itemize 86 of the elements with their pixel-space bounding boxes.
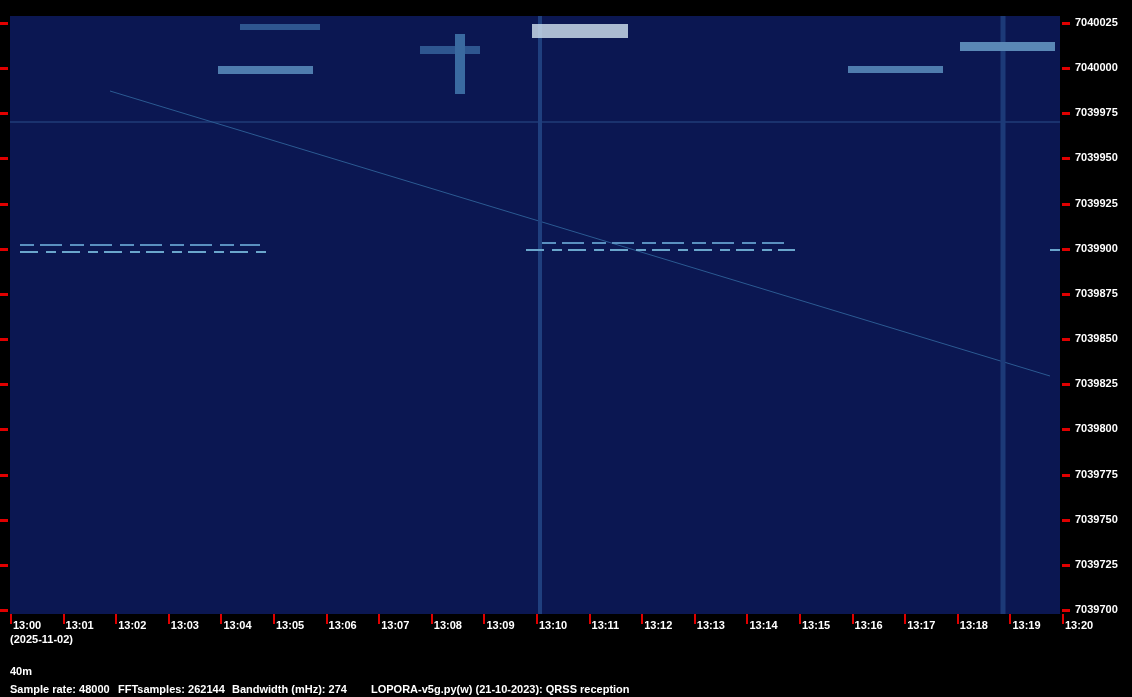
- info-text: FFTsamples: 262144: [118, 682, 226, 696]
- tick-mark: [220, 614, 223, 624]
- frequency-label: 7039750: [1075, 511, 1118, 526]
- tick-mark: [0, 112, 8, 116]
- frequency-label: 7039950: [1075, 150, 1118, 165]
- tick-mark: [115, 614, 118, 624]
- tick-mark: [430, 614, 433, 624]
- tick-mark: [0, 518, 8, 522]
- tick-mark: [1062, 563, 1070, 567]
- time-label: 13:12: [644, 618, 673, 632]
- frequency-label: 7039850: [1075, 331, 1118, 346]
- time-label: 13:01: [65, 618, 94, 632]
- info-text: Bandwidth (mHz): 274: [232, 682, 348, 696]
- frequency-label: 7039725: [1075, 556, 1118, 571]
- tick-mark: [1062, 292, 1070, 296]
- tick-mark: [0, 383, 8, 387]
- time-label: 13:02: [118, 618, 147, 632]
- time-label: 13:08: [433, 618, 462, 632]
- frequency-label: 7039875: [1075, 285, 1118, 300]
- info-text: Sample rate: 48000: [10, 682, 111, 696]
- tick-mark: [325, 614, 328, 624]
- time-label: 13:15: [802, 618, 831, 632]
- tick-mark: [1062, 338, 1070, 342]
- time-label: 13:13: [696, 618, 725, 632]
- tick-mark: [851, 614, 854, 624]
- time-label: 13:06: [328, 618, 357, 632]
- tick-mark: [0, 247, 8, 251]
- frequency-label: 7039900: [1075, 240, 1118, 255]
- tick-mark: [378, 614, 381, 624]
- frequency-label: 7040025: [1075, 15, 1118, 29]
- time-label: 13:16: [854, 618, 883, 632]
- tick-mark: [1009, 614, 1012, 624]
- tick-mark: [956, 614, 959, 624]
- tick-mark: [0, 22, 8, 25]
- time-label: 13:09: [486, 618, 515, 632]
- info-text: LOPORA-v5g.py(w) (21-10-2023): QRSS reception: [371, 682, 630, 696]
- frequency-label: 7039800: [1075, 421, 1118, 436]
- frequency-label: 7039700: [1075, 602, 1118, 616]
- tick-mark: [0, 563, 8, 567]
- tick-mark: [1062, 383, 1070, 387]
- tick-mark: [904, 614, 907, 624]
- time-label: 13:07: [381, 618, 410, 632]
- tick-mark: [536, 614, 538, 624]
- tick-mark: [1062, 428, 1070, 432]
- time-label: 13:20: [1065, 618, 1094, 632]
- tick-mark: [1062, 112, 1070, 116]
- tick-mark: [588, 614, 591, 624]
- tick-mark: [62, 614, 65, 624]
- tick-mark: [0, 338, 8, 342]
- tick-mark: [1062, 202, 1070, 206]
- tick-mark: [0, 292, 8, 296]
- tick-mark: [1062, 157, 1070, 161]
- tick-mark: [746, 614, 749, 624]
- tick-mark: [1062, 67, 1070, 71]
- time-label: 13:05: [276, 618, 305, 632]
- frequency-label: 7039825: [1075, 376, 1118, 391]
- frequency-label: 7039975: [1075, 105, 1118, 120]
- tick-mark: [1062, 22, 1070, 25]
- tick-mark: [0, 428, 8, 432]
- tick-mark: [1062, 247, 1070, 251]
- time-label: 13:10: [539, 618, 568, 632]
- tick-mark: [167, 614, 170, 624]
- frequency-label: 7040000: [1075, 60, 1118, 75]
- time-label: 13:14: [749, 618, 778, 632]
- tick-mark: [0, 157, 8, 161]
- frequency-label: 7039925: [1075, 195, 1118, 210]
- time-label: 13:17: [907, 618, 936, 632]
- frequency-label: 7039775: [1075, 466, 1118, 481]
- band-label: 40m: [10, 664, 33, 678]
- time-label: 13:19: [1012, 618, 1041, 632]
- tick-mark: [0, 67, 8, 71]
- tick-mark: [641, 614, 644, 624]
- time-label: 13:04: [223, 618, 252, 632]
- tick-mark: [799, 614, 801, 624]
- date-label: (2025-11-02): [10, 632, 73, 646]
- time-label: 13:00: [13, 618, 42, 632]
- tick-mark: [1062, 518, 1070, 522]
- time-label: 13:03: [170, 618, 199, 632]
- time-label: 13:18: [959, 618, 988, 632]
- tick-mark: [0, 202, 8, 206]
- tick-mark: [693, 614, 696, 624]
- tick-mark: [273, 614, 275, 624]
- time-label: 13:11: [591, 618, 620, 632]
- tick-mark: [0, 473, 8, 477]
- tick-mark: [483, 614, 486, 624]
- tick-mark: [1062, 473, 1070, 477]
